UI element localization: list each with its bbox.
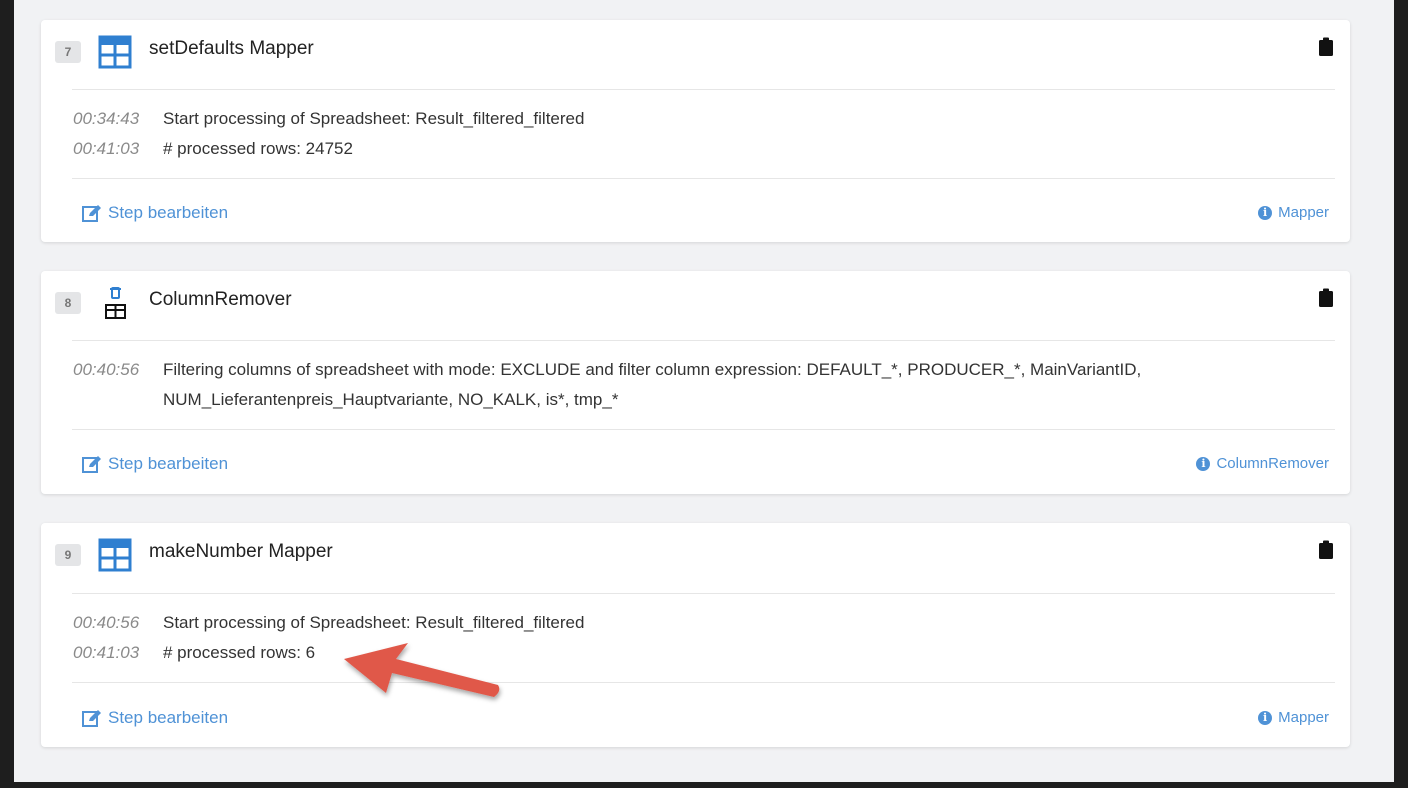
- edit-icon: [82, 205, 101, 222]
- log-line: 00:34:43 Start processing of Spreadsheet…: [73, 104, 1330, 134]
- log-timestamp: 00:41:03: [73, 643, 140, 662]
- info-icon: i: [1258, 205, 1273, 220]
- log-message: Start processing of Spreadsheet: Result_…: [163, 613, 585, 632]
- log-line: 00:41:03 # processed rows: 24752: [73, 134, 1330, 164]
- step-number-badge: 7: [55, 41, 81, 63]
- divider: [72, 682, 1335, 683]
- edit-icon: [82, 456, 101, 473]
- clipboard-icon[interactable]: [1318, 37, 1334, 57]
- divider: [72, 89, 1335, 90]
- edit-step-link[interactable]: Step bearbeiten: [82, 708, 228, 728]
- edit-step-link[interactable]: Step bearbeiten: [82, 203, 228, 223]
- column-remover-icon: [105, 287, 126, 319]
- step-header: 9 makeNumber Mapper: [41, 523, 1350, 593]
- step-title: setDefaults Mapper: [149, 38, 314, 59]
- step-card-7: 7 setDefaults Mapper 00:34:43 Start proc…: [41, 20, 1350, 242]
- step-type-link[interactable]: i ColumnRemover: [1196, 455, 1329, 472]
- step-type-label: Mapper: [1278, 204, 1329, 221]
- log-timestamp: 00:40:56: [73, 613, 140, 632]
- divider: [72, 178, 1335, 179]
- arrow-annotation: [344, 643, 500, 697]
- step-type-label: Mapper: [1278, 709, 1329, 726]
- step-number-badge: 9: [55, 544, 81, 566]
- edit-icon: [82, 710, 101, 727]
- log-timestamp: 00:40:56: [73, 360, 140, 379]
- info-icon: i: [1196, 456, 1211, 471]
- log-line: 00:40:56 Filtering columns of spreadshee…: [73, 355, 1330, 415]
- info-icon: i: [1258, 710, 1273, 725]
- step-type-label: ColumnRemover: [1216, 455, 1329, 472]
- log-message: # processed rows: 6: [163, 643, 316, 662]
- log-output: 00:40:56 Filtering columns of spreadshee…: [73, 355, 1330, 415]
- log-timestamp: 00:41:03: [73, 139, 140, 158]
- edit-step-label: Step bearbeiten: [108, 454, 229, 473]
- step-footer: Step bearbeiten i Mapper: [41, 699, 1350, 739]
- edit-step-label: Step bearbeiten: [108, 708, 229, 727]
- divider: [72, 593, 1335, 594]
- divider: [72, 429, 1335, 430]
- step-card-9: 9 makeNumber Mapper 00:40:56 Start proce…: [41, 523, 1350, 747]
- log-line: 00:40:56 Start processing of Spreadsheet…: [73, 608, 1330, 638]
- step-title: makeNumber Mapper: [149, 541, 333, 562]
- log-message: Start processing of Spreadsheet: Result_…: [163, 109, 585, 128]
- page-background: 7 setDefaults Mapper 00:34:43 Start proc…: [14, 0, 1394, 782]
- log-message: Filtering columns of spreadsheet with mo…: [163, 360, 1142, 409]
- clipboard-icon[interactable]: [1318, 540, 1334, 560]
- divider: [72, 340, 1335, 341]
- log-output: 00:40:56 Start processing of Spreadsheet…: [73, 608, 1330, 668]
- step-footer: Step bearbeiten i ColumnRemover: [41, 445, 1350, 485]
- table-icon: [98, 35, 132, 69]
- edit-step-label: Step bearbeiten: [108, 203, 229, 222]
- clipboard-icon[interactable]: [1318, 288, 1334, 308]
- log-timestamp: 00:34:43: [73, 109, 140, 128]
- step-card-8: 8 ColumnRemover 00:40:56 Filtering colum…: [41, 271, 1350, 494]
- log-message: # processed rows: 24752: [163, 139, 353, 158]
- step-number-badge: 8: [55, 292, 81, 314]
- step-header: 8 ColumnRemover: [41, 271, 1350, 341]
- table-icon: [98, 538, 132, 572]
- step-header: 7 setDefaults Mapper: [41, 20, 1350, 90]
- step-type-link[interactable]: i Mapper: [1258, 709, 1329, 726]
- step-title: ColumnRemover: [149, 289, 292, 310]
- step-type-link[interactable]: i Mapper: [1258, 204, 1329, 221]
- log-line: 00:41:03 # processed rows: 6: [73, 638, 1330, 668]
- log-output: 00:34:43 Start processing of Spreadsheet…: [73, 104, 1330, 164]
- edit-step-link[interactable]: Step bearbeiten: [82, 454, 228, 474]
- step-footer: Step bearbeiten i Mapper: [41, 194, 1350, 234]
